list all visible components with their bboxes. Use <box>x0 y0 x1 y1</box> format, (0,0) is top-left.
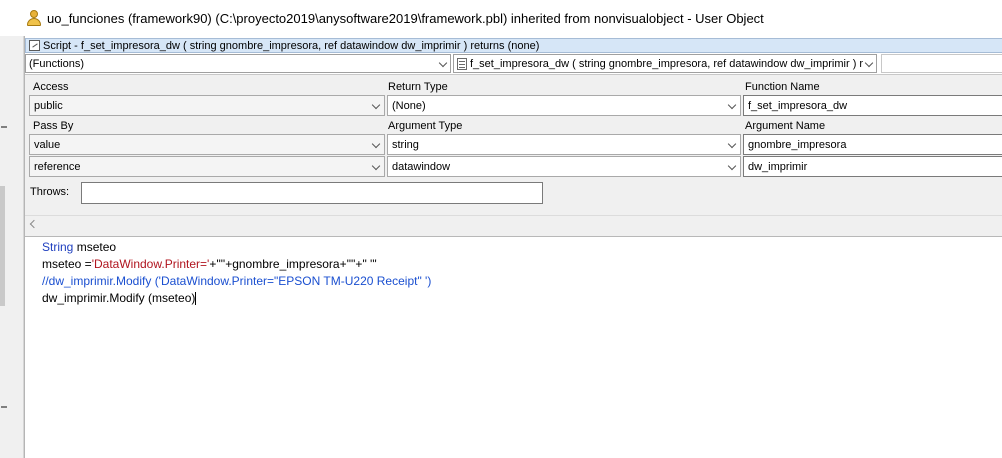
code-line: dw_imprimir.Modify (mseteo) <box>42 290 197 307</box>
function-select[interactable]: f_set_impresora_dw ( string gnombre_impr… <box>453 54 877 73</box>
chevron-down-icon[interactable] <box>727 100 737 110</box>
chevron-down-icon[interactable] <box>371 100 381 110</box>
function-declaration: Access Return Type Function Name public … <box>25 74 1002 240</box>
code-keyword: String <box>42 240 74 254</box>
script-selector-row: (Functions) f_set_impresora_dw ( string … <box>25 54 1002 73</box>
function-select-value: f_set_impresora_dw ( string gnombre_impr… <box>470 57 864 70</box>
chevron-down-icon[interactable] <box>864 58 874 68</box>
left-panel-edge <box>0 36 24 458</box>
code-text: dw_imprimir.Modify (mseteo) <box>42 291 196 305</box>
argument-type-select[interactable]: datawindow <box>387 156 741 177</box>
code-line: String mseteo <box>42 239 116 256</box>
script-title: Script - f_set_impresora_dw ( string gno… <box>43 39 540 52</box>
scroll-left-icon[interactable] <box>29 219 39 229</box>
pass-by-label: Pass By <box>33 120 74 132</box>
code-text: mseteo <box>73 240 117 254</box>
object-select[interactable]: (Functions) <box>25 54 451 73</box>
function-name-value: f_set_impresora_dw <box>748 99 848 112</box>
function-prototype-icon <box>457 58 467 70</box>
access-select[interactable]: public <box>29 95 385 116</box>
window-title: uo_funciones (framework90) (C:\proyecto2… <box>47 10 764 26</box>
window-titlebar: uo_funciones (framework90) (C:\proyecto2… <box>0 0 1002 36</box>
argument-name-label: Argument Name <box>745 120 826 132</box>
access-value: public <box>34 99 63 112</box>
code-comment: //dw_imprimir.Modify ('DataWindow.Printe… <box>42 274 432 288</box>
argument-type-label: Argument Type <box>388 120 463 132</box>
script-editor[interactable]: String mseteo mseteo ='DataWindow.Printe… <box>25 236 1002 458</box>
ancestor-select[interactable] <box>881 54 1002 73</box>
access-label: Access <box>33 81 69 93</box>
pass-by-select[interactable]: value <box>29 134 385 155</box>
argument-name-field[interactable]: dw_imprimir <box>743 156 1002 177</box>
panel-scroll-strip[interactable] <box>0 186 5 306</box>
declaration-hscrollbar[interactable] <box>25 215 1002 233</box>
argument-type-value: string <box>392 138 419 151</box>
pass-by-value: reference <box>34 160 81 173</box>
return-type-label: Return Type <box>388 81 448 93</box>
chevron-down-icon[interactable] <box>727 139 737 149</box>
chevron-down-icon[interactable] <box>371 139 381 149</box>
pass-by-select[interactable]: reference <box>29 156 385 177</box>
gutter-marker <box>1 406 7 408</box>
chevron-down-icon[interactable] <box>371 161 381 171</box>
script-icon <box>29 40 40 51</box>
gutter-marker <box>1 126 7 128</box>
code-string: 'DataWindow.Printer=' <box>91 257 210 271</box>
return-type-value: (None) <box>392 99 426 112</box>
return-type-select[interactable]: (None) <box>387 95 741 116</box>
code-line: mseteo ='DataWindow.Printer='+'"'+gnombr… <box>42 256 377 273</box>
function-name-field[interactable]: f_set_impresora_dw <box>743 95 1002 116</box>
argument-name-value: gnombre_impresora <box>748 138 847 151</box>
code-text: mseteo = <box>42 257 92 271</box>
throws-field[interactable] <box>81 182 543 204</box>
script-pane: Script - f_set_impresora_dw ( string gno… <box>24 36 1002 458</box>
argument-type-value: datawindow <box>392 160 451 173</box>
chevron-down-icon[interactable] <box>438 58 448 68</box>
user-object-icon <box>27 10 41 26</box>
argument-name-value: dw_imprimir <box>748 160 808 173</box>
script-title-bar: Script - f_set_impresora_dw ( string gno… <box>25 38 1002 53</box>
object-select-value: (Functions) <box>29 57 85 70</box>
chevron-down-icon[interactable] <box>727 161 737 171</box>
argument-name-field[interactable]: gnombre_impresora <box>743 134 1002 155</box>
code-text: +'"'+gnombre_impresora+'"'+" '" <box>209 257 377 271</box>
pass-by-value: value <box>34 138 61 151</box>
argument-type-select[interactable]: string <box>387 134 741 155</box>
throws-label: Throws: <box>30 186 70 198</box>
function-name-label: Function Name <box>745 81 820 93</box>
text-caret <box>195 292 197 306</box>
